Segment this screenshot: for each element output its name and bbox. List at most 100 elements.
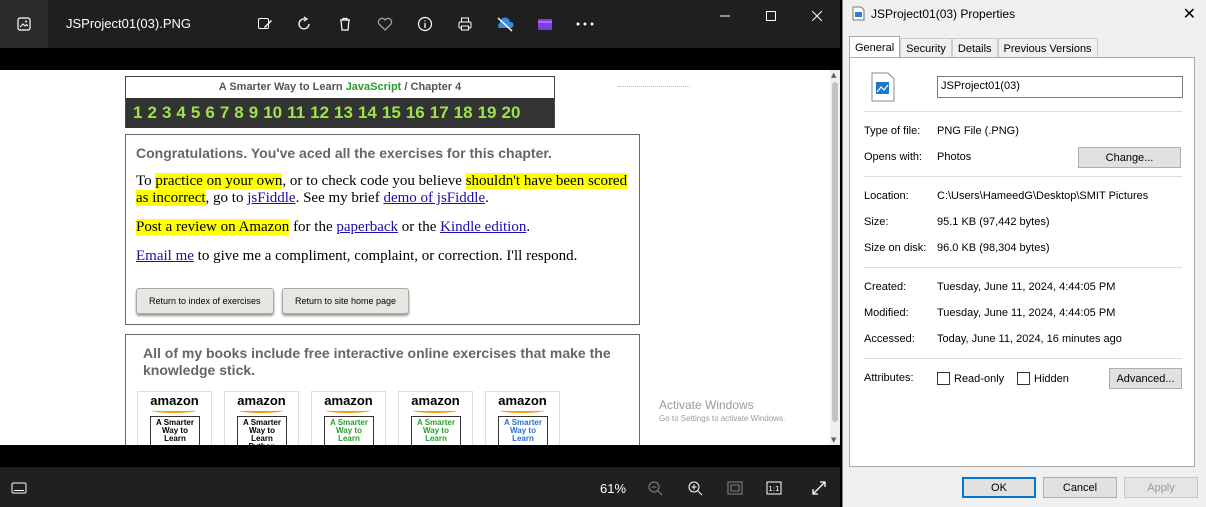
hidden-checkbox[interactable] — [1017, 372, 1030, 385]
apply-button[interactable]: Apply — [1124, 477, 1198, 498]
book-cover-link[interactable]: amazon A Smarter Way to Learn Python — [224, 391, 299, 445]
p2-text-c: . — [526, 219, 531, 235]
cancel-button[interactable]: Cancel — [1043, 477, 1117, 498]
books-heading: All of my books include free interactive… — [143, 345, 611, 378]
close-icon[interactable] — [794, 0, 840, 32]
book-cover-link[interactable]: amazon A Smarter Way to Learn — [398, 391, 473, 445]
book-cover-link[interactable]: amazon A Smarter Way to Learn — [137, 391, 212, 445]
amazon-logo: amazon — [498, 393, 547, 408]
ok-button[interactable]: OK — [962, 477, 1036, 498]
chapter-number-link[interactable]: 9 — [249, 103, 258, 123]
paperback-link[interactable]: paperback — [336, 219, 398, 235]
amazon-logo: amazon — [237, 393, 286, 408]
chapter-number-link[interactable]: 13 — [334, 103, 353, 123]
vertical-scrollbar[interactable]: ▲ ▼ — [830, 70, 840, 445]
print-icon[interactable] — [445, 10, 485, 38]
separator — [864, 176, 1182, 177]
tab-security[interactable]: Security — [900, 38, 952, 58]
dialog-close-icon[interactable]: ✕ — [1183, 4, 1196, 24]
change-button[interactable]: Change... — [1078, 147, 1181, 168]
tab-previous-versions[interactable]: Previous Versions — [997, 38, 1098, 58]
p1-highlight-1: practice on your own — [155, 173, 283, 189]
chapter-number-link[interactable]: 17 — [430, 103, 449, 123]
book-cover-link[interactable]: amazon A Smarter Way to Learn — [485, 391, 560, 445]
chapter-number-link[interactable]: 5 — [191, 103, 200, 123]
p2-highlight: Post a review on Amazon — [136, 219, 290, 235]
opens-with-label: Opens with: — [864, 151, 923, 163]
amazon-smile-icon — [500, 408, 544, 413]
chapter-number-link[interactable]: 1 — [133, 103, 142, 123]
fullscreen-icon[interactable] — [810, 479, 828, 497]
filmstrip-icon[interactable] — [10, 479, 28, 497]
onedrive-off-icon[interactable] — [485, 10, 525, 38]
book-cover-title: A Smarter Way to Learn Python — [237, 416, 287, 445]
chapter-number-link[interactable]: 6 — [205, 103, 214, 123]
chapter-number-link[interactable]: 20 — [502, 103, 521, 123]
chapter-number-link[interactable]: 2 — [147, 103, 156, 123]
created-value: Tuesday, June 11, 2024, 4:44:05 PM — [937, 281, 1116, 293]
more-options-icon[interactable] — [565, 10, 605, 38]
kindle-edition-link[interactable]: Kindle edition — [440, 219, 526, 235]
chapter-number-link[interactable]: 16 — [406, 103, 425, 123]
edit-image-icon[interactable] — [245, 10, 285, 38]
p2-text-a: for the — [289, 219, 337, 235]
p3-text: to give me a compliment, complaint, or c… — [193, 248, 578, 264]
chapter-number-link[interactable]: 14 — [358, 103, 377, 123]
scroll-down-icon[interactable]: ▼ — [831, 436, 836, 444]
return-to-index-button[interactable]: Return to index of exercises — [136, 288, 274, 314]
favorite-heart-icon[interactable] — [365, 10, 405, 38]
maximize-icon[interactable] — [748, 0, 794, 32]
tab-details[interactable]: Details — [951, 38, 998, 58]
p1-text-a: To — [136, 173, 156, 189]
image-viewport[interactable]: A Smarter Way to Learn JavaScript / Chap… — [0, 70, 840, 445]
p1-text-e: . — [485, 190, 489, 206]
jsfiddle-link[interactable]: jsFiddle — [247, 190, 295, 206]
chapter-number-link[interactable]: 15 — [382, 103, 401, 123]
chapter-number-link[interactable]: 12 — [310, 103, 329, 123]
actual-size-icon[interactable]: 1:1 — [765, 479, 783, 497]
header-title-chapter: / Chapter 4 — [401, 81, 462, 93]
separator — [864, 111, 1182, 112]
header-title-text: A Smarter Way to Learn — [218, 81, 346, 93]
fit-to-window-icon[interactable] — [726, 479, 744, 497]
review-paragraph: Post a review on Amazon for the paperbac… — [136, 219, 629, 236]
photos-app-icon[interactable] — [0, 0, 48, 48]
scrollbar-thumb[interactable] — [832, 82, 838, 422]
read-only-checkbox[interactable] — [937, 372, 950, 385]
chapter-number-link[interactable]: 7 — [220, 103, 229, 123]
amazon-logo: amazon — [324, 393, 373, 408]
amazon-logo: amazon — [150, 393, 199, 408]
scroll-up-icon[interactable]: ▲ — [831, 71, 836, 79]
return-to-home-button[interactable]: Return to site home page — [282, 288, 410, 314]
clipchamp-icon[interactable] — [525, 10, 565, 38]
separator — [864, 267, 1182, 268]
zoom-out-icon[interactable] — [646, 479, 664, 497]
modified-value: Tuesday, June 11, 2024, 4:44:05 PM — [937, 307, 1116, 319]
zoom-in-icon[interactable] — [686, 479, 704, 497]
chapter-number-link[interactable]: 8 — [234, 103, 243, 123]
jsfiddle-demo-link[interactable]: demo of jsFiddle — [383, 190, 485, 206]
accessed-value: Today, June 11, 2024, 16 minutes ago — [937, 333, 1122, 345]
email-me-link[interactable]: Email me — [136, 248, 194, 264]
photos-title-bar: JSProject01(03).PNG — [0, 0, 840, 48]
chapter-number-link[interactable]: 4 — [176, 103, 185, 123]
size-on-disk-label: Size on disk: — [864, 242, 927, 254]
book-cover-link[interactable]: amazon A Smarter Way to Learn — [311, 391, 386, 445]
rotate-icon[interactable] — [285, 10, 325, 38]
chapter-number-link[interactable]: 11 — [287, 103, 305, 123]
chapter-number-link[interactable]: 10 — [263, 103, 282, 123]
tab-general[interactable]: General — [849, 36, 901, 58]
chapter-number-link[interactable]: 18 — [454, 103, 473, 123]
chapter-number-link[interactable]: 19 — [478, 103, 497, 123]
file-name-field[interactable]: JSProject01(03) — [937, 76, 1183, 98]
hidden-label: Hidden — [1034, 373, 1069, 385]
file-info-icon[interactable] — [405, 10, 445, 38]
advanced-button[interactable]: Advanced... — [1109, 368, 1182, 389]
amazon-smile-icon — [152, 408, 196, 413]
photos-app-window: JSProject01(03).PNG A Smarter Way to Lea… — [0, 0, 840, 507]
minimize-icon[interactable] — [702, 0, 748, 32]
delete-icon[interactable] — [325, 10, 365, 38]
read-only-label: Read-only — [954, 373, 1005, 385]
chapter-number-link[interactable]: 3 — [162, 103, 171, 123]
chapter-number-bar: 1 2 3 4 5 6 7 8 9 10 11 12 13 14 15 16 17 18 19 20 — [126, 98, 554, 128]
